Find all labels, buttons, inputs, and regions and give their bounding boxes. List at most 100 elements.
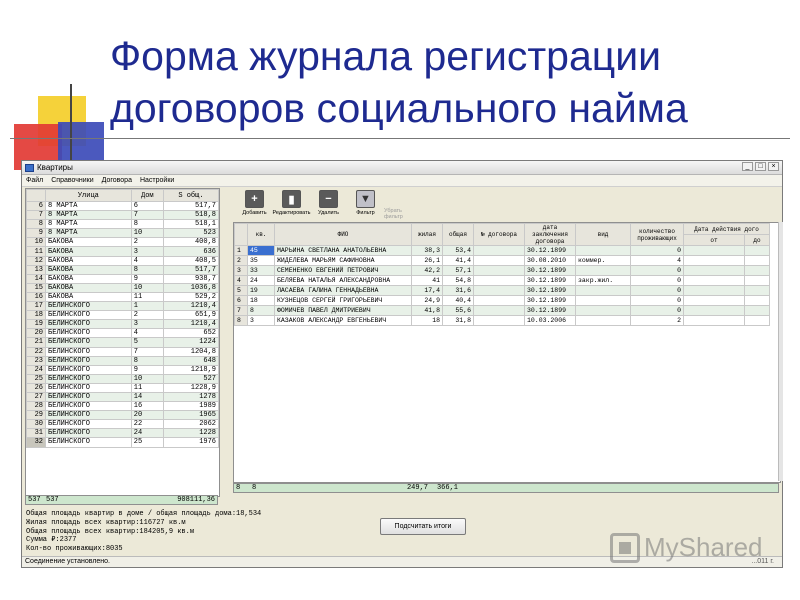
houses-col-street[interactable]: Улица [45,189,132,202]
houses-row[interactable]: 25 БЕЛИНСКОГО 10 527 [26,373,219,384]
apt-col-validity[interactable]: Дата действия дого [683,223,770,235]
connection-status: Соединение установлено. [25,558,110,565]
houses-row-number: 21 [26,337,46,348]
houses-row-house: 4 [130,328,164,339]
houses-row[interactable]: 16 БАКОВА 11 529,2 [26,291,219,303]
apt-row-validity-from [683,285,745,296]
apt-row-apartment: 24 [247,275,275,286]
houses-row[interactable]: 10 БАКОВА 2 400,8 [26,237,219,248]
apt-row-type: коммер. [575,255,631,266]
apt-row-contract-date: 30.12.1899 [524,285,576,296]
houses-row[interactable]: 27 БЕЛИНСКОГО 14 1278 [26,391,219,403]
apt-col-total-area[interactable]: общая [442,223,474,246]
apt-row-apartment: 3 [247,315,275,326]
houses-row-area: 1965 [162,410,219,421]
remove-filter-button[interactable]: Убрать фильтр [384,188,421,220]
apt-footer-living: 249,7 [406,484,428,492]
houses-row-number: 22 [26,346,46,357]
houses-row-area: 1228,9 [162,382,219,393]
apartments-grid[interactable]: кв. ФИО жилая общая № договора дата закл… [233,222,781,483]
apartment-row[interactable]: 4 24 БЕЛЯЕВА НАТАЛЬЯ АЛЕКСАНДРОВНА 41 54,8 30… [234,275,770,286]
houses-row-street: БЕЛИНСКОГО [45,428,132,439]
houses-row-area: 523 [162,228,219,239]
close-button[interactable]: × [768,162,779,171]
filter-icon: ▼ [356,190,375,208]
houses-row[interactable]: 29 БЕЛИНСКОГО 20 1965 [26,410,219,421]
apt-col-contract-date[interactable]: дата заключения договора [524,223,576,246]
apt-col-apartment[interactable]: кв. [247,223,275,246]
maximize-button[interactable]: □ [755,162,766,171]
houses-row[interactable]: 18 БЕЛИНСКОГО 2 651,9 [26,310,219,321]
houses-col-house[interactable]: Дом [130,189,164,202]
houses-row[interactable]: 15 БАКОВА 10 1036,8 [26,282,219,293]
houses-row[interactable]: 88 МАРТА 8 518,1 [26,219,219,230]
houses-row[interactable]: 22 БЕЛИНСКОГО 7 1204,8 [26,346,219,357]
houses-row[interactable]: 17 БЕЛИНСКОГО 1 1210,4 [26,301,219,312]
apt-col-living-area[interactable]: жилая [411,223,443,246]
houses-col-area[interactable]: S общ. [162,189,219,202]
minimize-button[interactable]: _ [742,162,753,171]
add-button[interactable]: + Добавить [236,188,273,220]
apartments-vertical-scrollbar[interactable] [778,222,783,481]
apt-row-validity-to [744,275,770,286]
edit-icon: ▮ [282,190,301,208]
houses-row[interactable]: 20 БЕЛИНСКОГО 4 652 [26,328,219,339]
houses-row[interactable]: 11 БАКОВА 3 636 [26,246,219,257]
add-button-label: Добавить [242,210,267,216]
houses-row[interactable]: 30 БЕЛИНСКОГО 22 2062 [26,419,219,430]
menu-file[interactable]: Файл [22,177,47,184]
apt-col-contract-number[interactable]: № договора [473,223,525,246]
menu-contracts[interactable]: Договора [98,177,136,184]
filter-button[interactable]: ▼ Фильтр [347,188,384,220]
houses-row[interactable]: 26 БЕЛИНСКОГО 11 1228,9 [26,382,219,393]
watermark: MyShared [610,532,763,563]
apt-row-number: 2 [234,255,248,266]
summary-sum: Сумма ₽:2377 [26,536,77,545]
apt-row-contract-number [473,245,525,256]
houses-row-street: БЕЛИНСКОГО [45,319,132,330]
decor-horizontal-line [10,138,790,139]
apartment-row[interactable]: 5 19 ЛАСАЕВА ГАЛИНА ГЕННАДЬЕВНА 17,4 31,6 30.… [234,285,770,296]
apartment-row[interactable]: 3 33 СЕМЕНЕНКО ЕВГЕНИЙ ПЕТРОВИЧ 42,2 57,1 30.… [234,265,770,276]
houses-row[interactable]: 78 МАРТА 7 518,8 [26,210,219,221]
edit-button[interactable]: ▮ Редактировать [272,188,311,220]
delete-button[interactable]: − Удалить [310,188,347,220]
houses-row[interactable]: 23 БЕЛИНСКОГО 8 648 [26,355,219,366]
window-titlebar[interactable]: Квартиры _ □ × [22,161,782,175]
houses-row[interactable]: 19 БЕЛИНСКОГО 3 1210,4 [26,319,219,330]
apartment-row[interactable]: 2 35 ЖИДЕЛЕВА МАРЬЯМ САФИНОВНА 26,1 41,4 30.0… [234,255,770,266]
houses-row[interactable]: 21 БЕЛИНСКОГО 5 1224 [26,337,219,348]
menu-settings[interactable]: Настройки [136,177,178,184]
houses-row[interactable]: 68 МАРТА 6 517,7 [26,200,219,212]
apt-col-type[interactable]: вид [575,223,631,246]
houses-row[interactable]: 14 БАКОВА 9 938,7 [26,273,219,284]
houses-row[interactable]: 28 БЕЛИНСКОГО 16 1989 [26,401,219,412]
apartment-row[interactable]: 6 18 КУЗНЕЦОВ СЕРГЕЙ ГРИГОРЬЕВИЧ 24,9 40,4 30… [234,295,770,306]
houses-row[interactable]: 32 БЕЛИНСКОГО 25 1976 [26,437,219,448]
apt-col-validity-from[interactable]: от [683,234,745,246]
houses-row[interactable]: 12 БАКОВА 4 408,5 [26,255,219,266]
apartment-row[interactable]: 7 8 ФОМИЧЕВ ПАВЕЛ ДМИТРИЕВИЧ 41,8 55,6 30.12.… [234,305,770,316]
apt-row-total-area: 31,8 [442,315,474,326]
calculate-totals-button[interactable]: Подсчитать итоги [380,518,466,535]
apartment-row[interactable]: 8 3 КАЗАКОВ АЛЕКСАНДР ЕВГЕНЬЕВИЧ 18 31,8 10.0… [234,315,770,326]
edit-button-label: Редактировать [272,210,311,216]
apt-col-residents[interactable]: количество проживающих [630,223,684,246]
houses-row[interactable]: 24 БЕЛИНСКОГО 9 1218,9 [26,364,219,375]
houses-row-area: 2062 [162,419,219,430]
apartment-row[interactable]: 1 45 МАРЬИНА СВЕТЛАНА АНАТОЛЬЕВНА 38,3 53,4 3… [234,245,770,256]
houses-row-house: 10 [130,373,164,384]
houses-row-area: 1278 [162,391,219,403]
houses-row-number: 27 [26,391,46,403]
apt-col-fio[interactable]: ФИО [274,223,412,246]
houses-grid[interactable]: Улица Дом S общ. 68 МАРТА 6 517,7 7 8 МАРТА 7… [25,188,220,497]
remove-filter-button-label: Убрать фильтр [384,208,403,220]
menu-references[interactable]: Справочники [47,177,97,184]
houses-row-number: 16 [26,291,46,303]
apt-col-validity-to[interactable]: до [744,234,770,246]
houses-row[interactable]: 13 БАКОВА 8 517,7 [26,264,219,275]
houses-row-street: БЕЛИНСКОГО [45,346,132,357]
houses-row[interactable]: 98 МАРТА 10 523 [26,228,219,239]
apt-row-contract-date: 30.12.1899 [524,265,576,276]
houses-row[interactable]: 31 БЕЛИНСКОГО 24 1228 [26,428,219,439]
